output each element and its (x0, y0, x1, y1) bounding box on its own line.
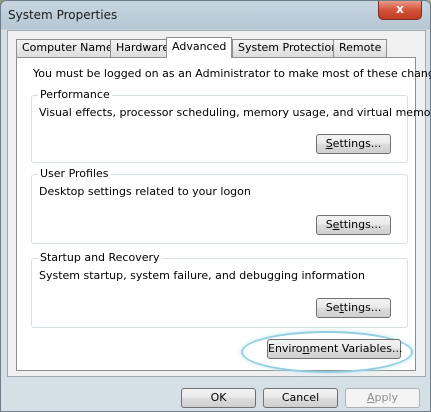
performance-group: Performance Visual effects, processor sc… (31, 88, 431, 163)
performance-description: Visual effects, processor scheduling, me… (39, 106, 431, 119)
user-profiles-settings-button[interactable]: Settings... (316, 215, 391, 235)
startup-recovery-settings-button[interactable]: Settings... (316, 298, 391, 318)
button-label-part: tings... (343, 301, 382, 314)
system-properties-dialog: System Properties x Computer Name Hardwa… (0, 0, 431, 412)
tab-remote[interactable]: Remote (333, 39, 388, 57)
startup-recovery-title: Startup and Recovery (38, 251, 162, 264)
performance-title: Performance (38, 88, 112, 101)
window-title: System Properties (8, 8, 118, 22)
tab-advanced[interactable]: Advanced (166, 37, 233, 58)
tab-computer-name[interactable]: Computer Name (16, 39, 119, 57)
user-profiles-group: User Profiles Desktop settings related t… (31, 167, 408, 244)
environment-variables-button[interactable]: Environment Variables... (267, 339, 403, 359)
button-accelerator: A (366, 391, 375, 404)
startup-recovery-group: Startup and Recovery System startup, sys… (31, 251, 408, 328)
user-profiles-title: User Profiles (38, 167, 111, 180)
cancel-button[interactable]: Cancel (263, 388, 338, 408)
admin-notice: You must be logged on as an Administrato… (33, 67, 431, 80)
button-label-part: ettings... (332, 137, 382, 150)
user-profiles-description: Desktop settings related to your logon (39, 185, 251, 198)
button-label-part: ment Variables... (309, 342, 403, 355)
tab-system-protection[interactable]: System Protection (232, 39, 345, 57)
button-accelerator: S (325, 137, 333, 150)
startup-recovery-description: System startup, system failure, and debu… (39, 269, 365, 282)
button-label-part: Enviro (268, 342, 303, 355)
apply-button[interactable]: Apply (345, 388, 420, 408)
button-label-part: ttings... (339, 218, 382, 231)
ok-button[interactable]: OK (181, 388, 256, 408)
button-label-part: S (325, 218, 333, 231)
performance-settings-button[interactable]: Settings... (316, 134, 391, 154)
close-button[interactable]: x (378, 1, 422, 20)
close-icon: x (396, 2, 404, 16)
title-bar[interactable]: System Properties x (1, 1, 430, 29)
button-label-part: Se (325, 301, 340, 314)
button-label-part: pply (374, 391, 399, 404)
